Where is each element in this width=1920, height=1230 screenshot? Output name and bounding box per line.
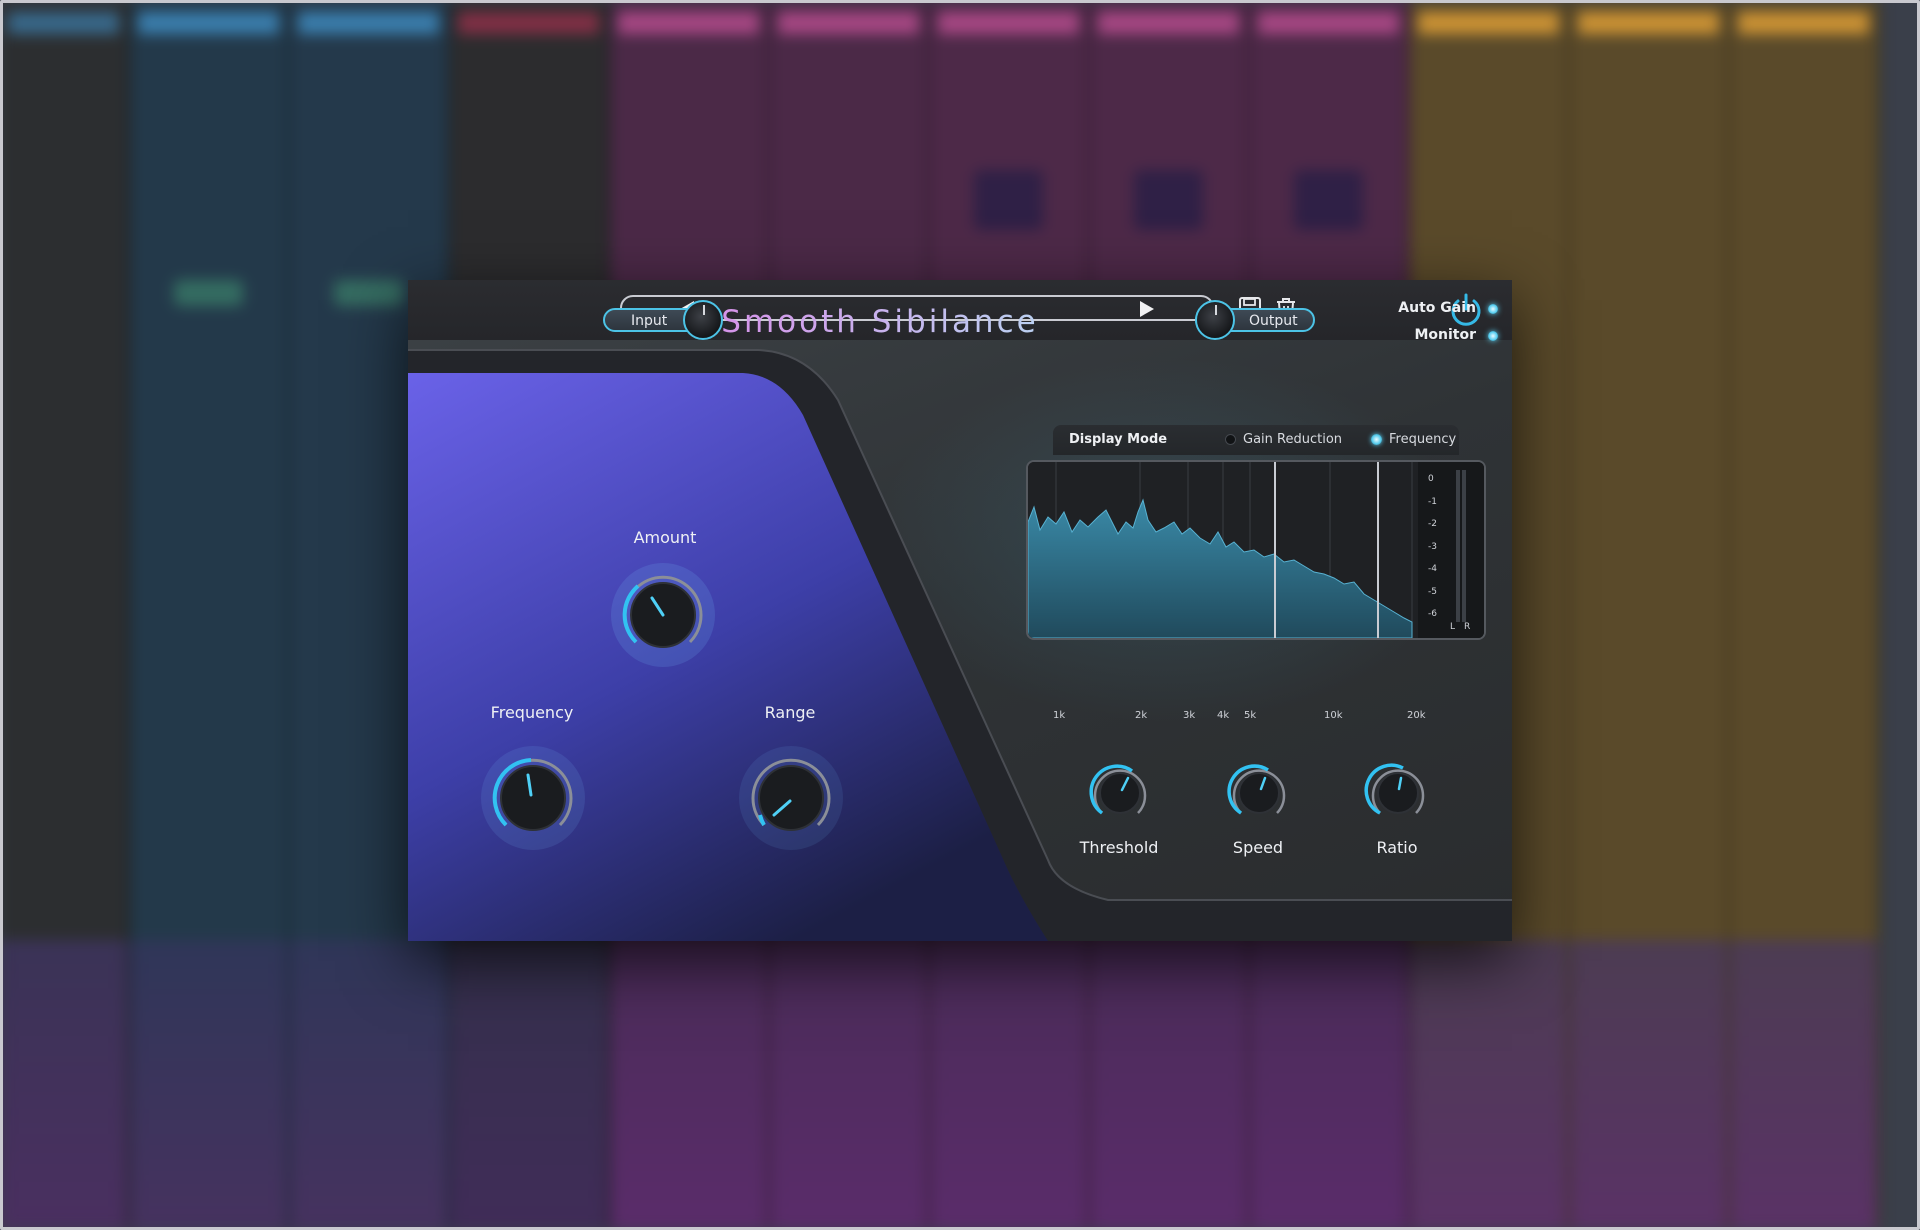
meter-left-label: L: [1450, 622, 1456, 632]
freq-tick-20k: 20k: [1407, 710, 1426, 721]
ratio-label: Ratio: [1376, 838, 1418, 857]
auto-gain-led: [1488, 304, 1498, 314]
frequency-option-label: Frequency: [1389, 432, 1457, 447]
freq-tick-2k: 2k: [1135, 710, 1148, 721]
amount-knob[interactable]: [608, 560, 718, 670]
plugin-window: Smooth Sibilance Input Output Auto Gain …: [408, 280, 1512, 941]
input-gain-control[interactable]: Input: [603, 300, 723, 340]
monitor-toggle[interactable]: Monitor: [1398, 327, 1498, 347]
meter-tick: -2: [1428, 519, 1437, 529]
speed-label: Speed: [1232, 838, 1284, 857]
monitor-label: Monitor: [1414, 327, 1476, 343]
gain-reduction-radio[interactable]: Gain Reduction: [1225, 432, 1342, 447]
plugin-title: Smooth Sibilance: [680, 304, 1080, 340]
display-mode-bar: Display Mode Gain Reduction Frequency: [1053, 425, 1459, 455]
meter-tick: -3: [1428, 541, 1437, 552]
input-gain-knob[interactable]: [683, 300, 723, 340]
range-label: Range: [764, 703, 816, 722]
meter-scale: 0 -1 -2 -3 -4 -5 -6: [1428, 468, 1448, 626]
display-mode-label: Display Mode: [1069, 432, 1168, 447]
output-gain-knob[interactable]: [1195, 300, 1235, 340]
auto-gain-label: Auto Gain: [1398, 300, 1476, 316]
meter-tick: -1: [1428, 496, 1437, 507]
freq-tick-10k: 10k: [1324, 710, 1343, 721]
input-label: Input: [631, 313, 668, 329]
freq-tick-5k: 5k: [1244, 710, 1257, 721]
speed-knob[interactable]: [1224, 758, 1294, 828]
output-label: Output: [1249, 313, 1298, 329]
spectrum-display: 0 -1 -2 -3 -4 -5 -6 L R: [1026, 460, 1486, 640]
auto-gain-toggle[interactable]: Auto Gain: [1398, 300, 1498, 320]
threshold-knob[interactable]: [1085, 758, 1155, 828]
frequency-radio[interactable]: Frequency: [1371, 432, 1456, 447]
monitor-led: [1488, 331, 1498, 341]
output-gain-control[interactable]: Output: [1195, 300, 1315, 340]
radio-dot-on: [1371, 434, 1382, 445]
radio-dot-off: [1225, 434, 1236, 445]
frequency-knob[interactable]: [478, 743, 588, 853]
meter-right-label: R: [1464, 622, 1471, 632]
freq-tick-3k: 3k: [1183, 710, 1196, 721]
freq-tick-4k: 4k: [1217, 710, 1230, 721]
range-knob[interactable]: [736, 743, 846, 853]
spectrum-graph: [1028, 462, 1484, 638]
next-preset-button[interactable]: [1140, 301, 1154, 317]
frequency-label: Frequency: [490, 703, 574, 722]
amount-label: Amount: [633, 528, 697, 547]
meter-tick: -6: [1428, 609, 1437, 619]
meter-tick: 0: [1428, 474, 1434, 484]
freq-tick-1k: 1k: [1053, 710, 1066, 721]
threshold-label: Threshold: [1079, 838, 1159, 857]
ratio-knob[interactable]: [1363, 758, 1433, 828]
gain-reduction-label: Gain Reduction: [1243, 432, 1343, 447]
meter-tick: -5: [1428, 586, 1437, 597]
meter-tick: -4: [1428, 564, 1437, 574]
